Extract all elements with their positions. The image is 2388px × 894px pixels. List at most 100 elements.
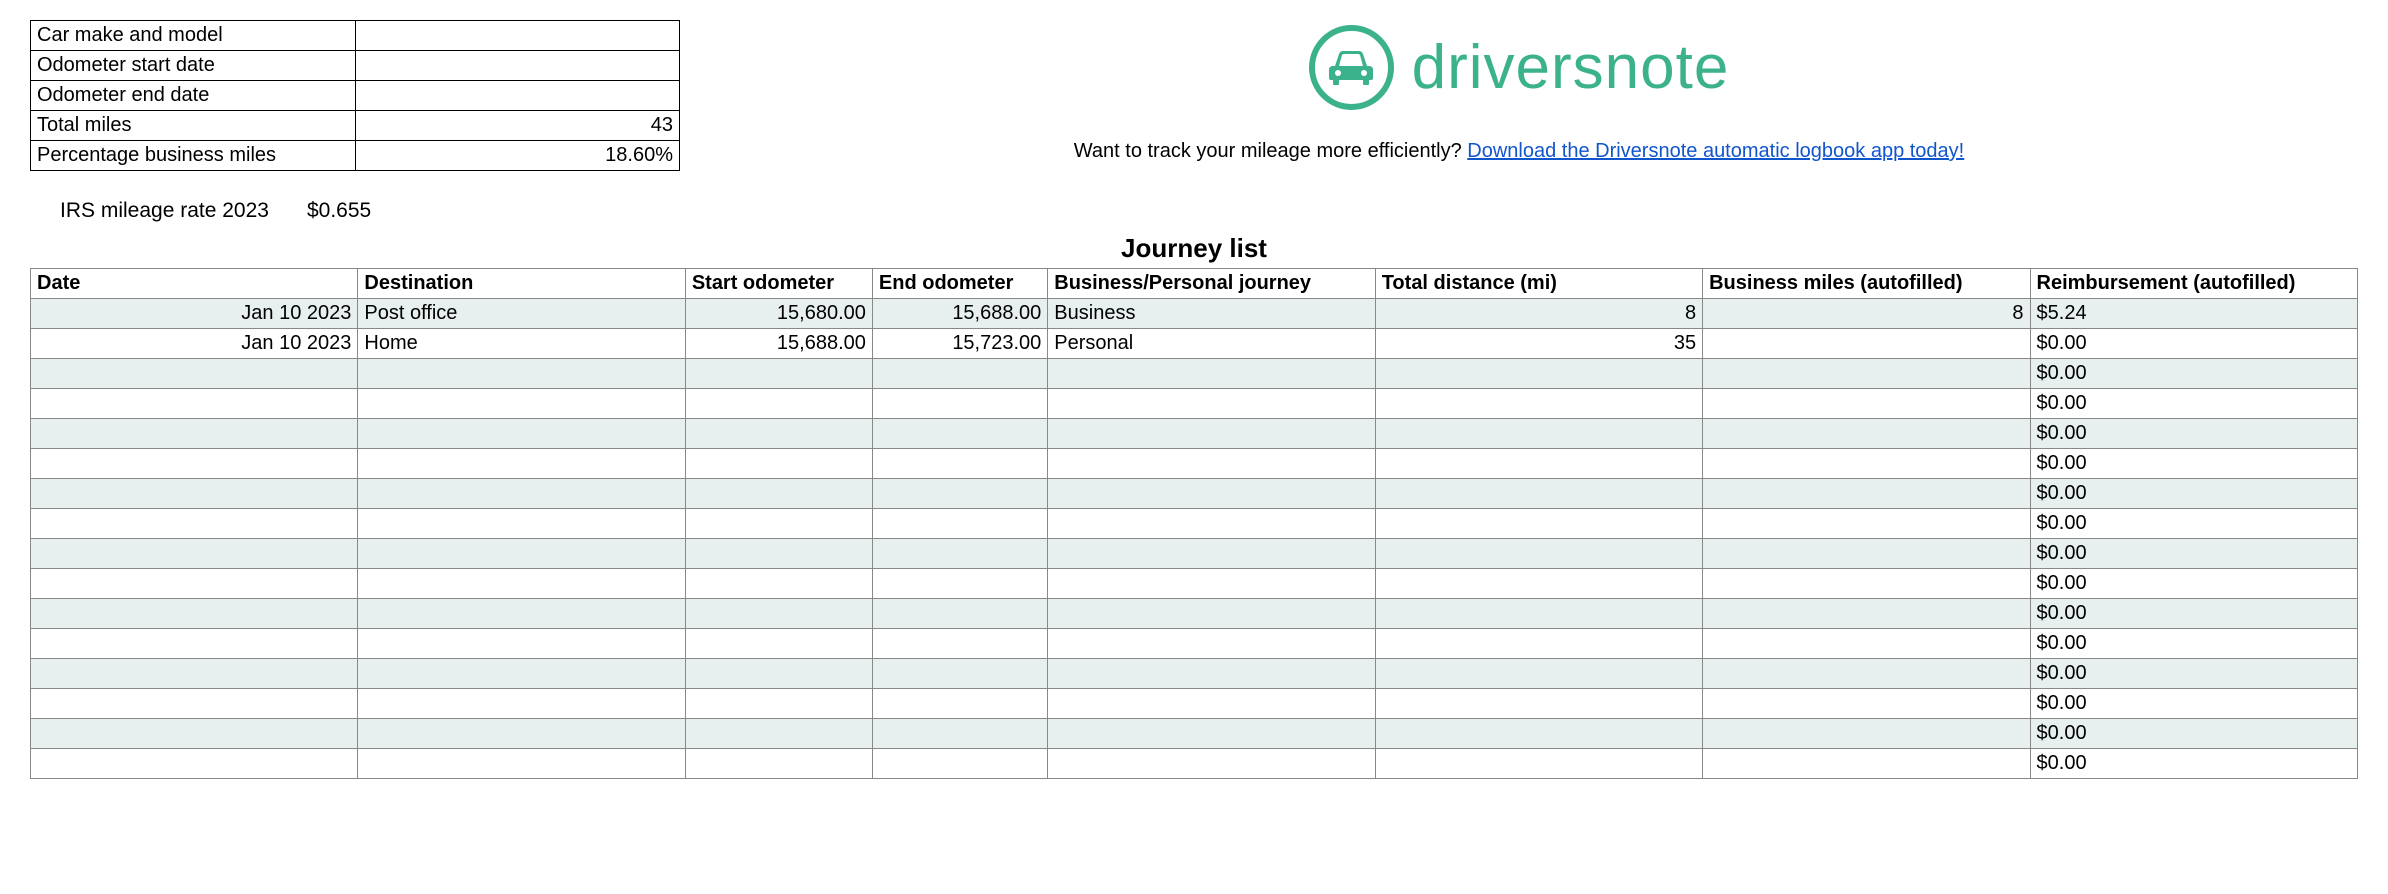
cell-end-odometer[interactable] xyxy=(872,689,1047,719)
cell-date[interactable]: Jan 10 2023 xyxy=(31,329,358,359)
cell-destination[interactable] xyxy=(358,569,685,599)
cell-total-distance[interactable] xyxy=(1375,689,1702,719)
summary-value[interactable]: 18.60% xyxy=(356,141,680,171)
cell-total-distance[interactable] xyxy=(1375,539,1702,569)
cell-date[interactable] xyxy=(31,749,358,779)
cell-date[interactable] xyxy=(31,719,358,749)
cell-end-odometer[interactable] xyxy=(872,389,1047,419)
cell-end-odometer[interactable]: 15,723.00 xyxy=(872,329,1047,359)
cell-date[interactable] xyxy=(31,629,358,659)
cell-journey-type[interactable] xyxy=(1048,539,1375,569)
cell-journey-type[interactable] xyxy=(1048,389,1375,419)
cell-destination[interactable] xyxy=(358,449,685,479)
cell-start-odometer[interactable]: 15,680.00 xyxy=(685,299,872,329)
cell-end-odometer[interactable] xyxy=(872,539,1047,569)
cell-journey-type[interactable] xyxy=(1048,719,1375,749)
cell-total-distance[interactable] xyxy=(1375,449,1702,479)
cell-start-odometer[interactable] xyxy=(685,359,872,389)
cell-date[interactable] xyxy=(31,449,358,479)
promo-link[interactable]: Download the Driversnote automatic logbo… xyxy=(1467,140,1964,162)
cell-destination[interactable] xyxy=(358,749,685,779)
cell-end-odometer[interactable] xyxy=(872,719,1047,749)
summary-value[interactable] xyxy=(356,81,680,111)
cell-destination[interactable] xyxy=(358,599,685,629)
cell-destination[interactable]: Post office xyxy=(358,299,685,329)
cell-destination[interactable] xyxy=(358,479,685,509)
cell-start-odometer[interactable] xyxy=(685,479,872,509)
cell-start-odometer[interactable] xyxy=(685,719,872,749)
cell-total-distance[interactable] xyxy=(1375,479,1702,509)
cell-end-odometer[interactable] xyxy=(872,479,1047,509)
cell-total-distance[interactable] xyxy=(1375,569,1702,599)
cell-date[interactable] xyxy=(31,479,358,509)
cell-end-odometer[interactable] xyxy=(872,569,1047,599)
cell-date[interactable] xyxy=(31,509,358,539)
cell-destination[interactable] xyxy=(358,389,685,419)
cell-journey-type[interactable] xyxy=(1048,629,1375,659)
cell-journey-type[interactable] xyxy=(1048,749,1375,779)
cell-start-odometer[interactable] xyxy=(685,539,872,569)
cell-total-distance[interactable] xyxy=(1375,599,1702,629)
cell-total-distance[interactable]: 8 xyxy=(1375,299,1702,329)
summary-value[interactable] xyxy=(356,51,680,81)
cell-total-distance[interactable] xyxy=(1375,419,1702,449)
cell-start-odometer[interactable] xyxy=(685,659,872,689)
cell-journey-type[interactable] xyxy=(1048,509,1375,539)
cell-journey-type[interactable] xyxy=(1048,599,1375,629)
cell-total-distance[interactable] xyxy=(1375,359,1702,389)
cell-destination[interactable] xyxy=(358,419,685,449)
cell-destination[interactable] xyxy=(358,689,685,719)
cell-start-odometer[interactable] xyxy=(685,689,872,719)
cell-start-odometer[interactable] xyxy=(685,629,872,659)
cell-journey-type[interactable]: Business xyxy=(1048,299,1375,329)
cell-end-odometer[interactable] xyxy=(872,629,1047,659)
cell-start-odometer[interactable]: 15,688.00 xyxy=(685,329,872,359)
cell-total-distance[interactable] xyxy=(1375,659,1702,689)
cell-date[interactable] xyxy=(31,389,358,419)
cell-destination[interactable] xyxy=(358,509,685,539)
cell-end-odometer[interactable] xyxy=(872,359,1047,389)
cell-start-odometer[interactable] xyxy=(685,509,872,539)
cell-journey-type[interactable] xyxy=(1048,689,1375,719)
cell-start-odometer[interactable] xyxy=(685,569,872,599)
cell-end-odometer[interactable] xyxy=(872,599,1047,629)
cell-journey-type[interactable]: Personal xyxy=(1048,329,1375,359)
cell-total-distance[interactable] xyxy=(1375,389,1702,419)
cell-date[interactable]: Jan 10 2023 xyxy=(31,299,358,329)
cell-destination[interactable] xyxy=(358,629,685,659)
cell-end-odometer[interactable] xyxy=(872,449,1047,479)
cell-destination[interactable] xyxy=(358,719,685,749)
cell-journey-type[interactable] xyxy=(1048,449,1375,479)
cell-start-odometer[interactable] xyxy=(685,449,872,479)
cell-total-distance[interactable] xyxy=(1375,719,1702,749)
cell-start-odometer[interactable] xyxy=(685,389,872,419)
cell-end-odometer[interactable] xyxy=(872,749,1047,779)
cell-date[interactable] xyxy=(31,569,358,599)
cell-end-odometer[interactable]: 15,688.00 xyxy=(872,299,1047,329)
cell-total-distance[interactable] xyxy=(1375,509,1702,539)
cell-start-odometer[interactable] xyxy=(685,749,872,779)
cell-destination[interactable] xyxy=(358,539,685,569)
cell-date[interactable] xyxy=(31,359,358,389)
cell-start-odometer[interactable] xyxy=(685,599,872,629)
cell-total-distance[interactable]: 35 xyxy=(1375,329,1702,359)
cell-journey-type[interactable] xyxy=(1048,419,1375,449)
cell-date[interactable] xyxy=(31,689,358,719)
cell-date[interactable] xyxy=(31,659,358,689)
summary-value[interactable] xyxy=(356,21,680,51)
cell-total-distance[interactable] xyxy=(1375,749,1702,779)
cell-destination[interactable] xyxy=(358,659,685,689)
cell-end-odometer[interactable] xyxy=(872,419,1047,449)
cell-end-odometer[interactable] xyxy=(872,659,1047,689)
cell-journey-type[interactable] xyxy=(1048,359,1375,389)
summary-value[interactable]: 43 xyxy=(356,111,680,141)
cell-end-odometer[interactable] xyxy=(872,509,1047,539)
cell-total-distance[interactable] xyxy=(1375,629,1702,659)
cell-start-odometer[interactable] xyxy=(685,419,872,449)
cell-date[interactable] xyxy=(31,599,358,629)
cell-journey-type[interactable] xyxy=(1048,659,1375,689)
cell-date[interactable] xyxy=(31,419,358,449)
cell-destination[interactable]: Home xyxy=(358,329,685,359)
cell-date[interactable] xyxy=(31,539,358,569)
cell-destination[interactable] xyxy=(358,359,685,389)
